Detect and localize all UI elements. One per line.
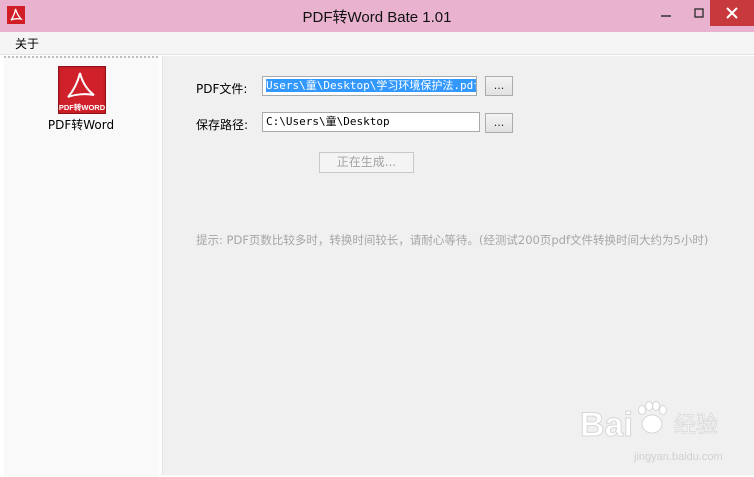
watermark-jingyan: 经验 (674, 413, 718, 438)
pdf-to-word-icon: PDF转WORD (58, 66, 106, 114)
save-path-input[interactable]: C:\Users\童\Desktop (262, 112, 480, 132)
generate-button[interactable]: 正在生成... (319, 152, 414, 173)
hint-text: 提示: PDF页数比较多时，转换时间较长，请耐心等待。(经测试200页pdf文件… (196, 233, 709, 247)
watermark-brand: Bai (580, 406, 633, 444)
paw-icon (638, 401, 667, 434)
baidu-paw-logo: Bai 经验 jingyan.baidu.com (580, 401, 723, 463)
watermark-url: jingyan.baidu.com (633, 451, 723, 463)
title-bar: PDF转Word Bate 1.01 (0, 0, 754, 32)
sidebar-item-pdf-to-word[interactable]: PDF转WORD PDF转Word (4, 64, 158, 132)
baidu-watermark: Bai 经验 jingyan.baidu.com (576, 392, 748, 472)
minimize-icon (661, 15, 671, 17)
maximize-button[interactable] (686, 0, 712, 26)
sidebar: PDF转WORD PDF转Word (4, 56, 158, 477)
menu-bar: 关于 (0, 32, 754, 55)
pdf-file-value: Users\童\Desktop\学习环境保护法.pdf (266, 79, 476, 92)
menu-about[interactable]: 关于 (15, 35, 39, 52)
acrobat-logo-icon: PDF转WORD (59, 69, 106, 112)
save-browse-button[interactable]: ... (485, 113, 513, 133)
window-title: PDF转Word Bate 1.01 (302, 9, 452, 26)
save-path-value: C:\Users\童\Desktop (266, 115, 390, 128)
minimize-button[interactable] (646, 0, 686, 26)
maximize-icon (694, 8, 704, 18)
pdf-browse-button[interactable]: ... (485, 76, 513, 96)
sidebar-item-label: PDF转Word (47, 118, 115, 132)
save-path-label: 保存路径: (196, 118, 249, 132)
close-icon (726, 7, 738, 19)
pdf-file-label: PDF文件: (196, 82, 248, 96)
pdf-file-input[interactable]: Users\童\Desktop\学习环境保护法.pdf (262, 76, 477, 96)
icon-caption: PDF转WORD (59, 102, 105, 112)
close-button[interactable] (710, 0, 754, 26)
